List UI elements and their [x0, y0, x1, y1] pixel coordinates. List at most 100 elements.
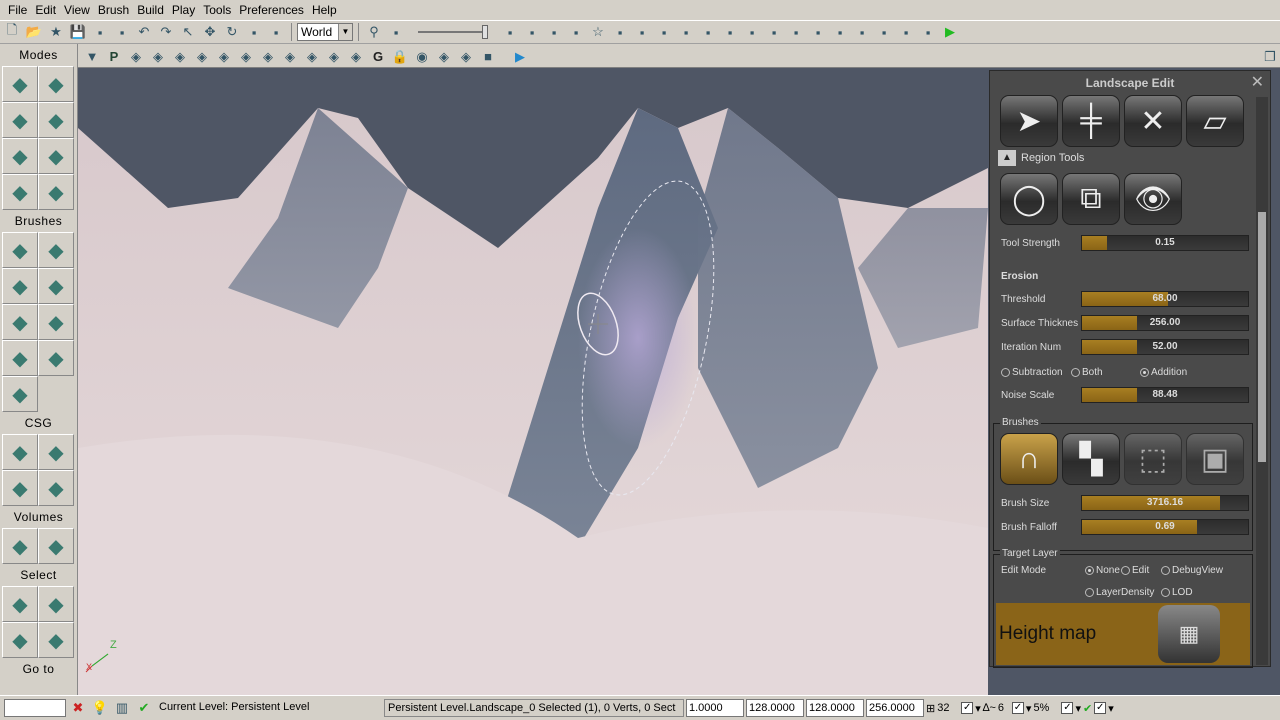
hide-selected-icon[interactable]: ◆: [38, 586, 74, 622]
radio-both[interactable]: Both: [1071, 367, 1103, 378]
close-icon[interactable]: ✕: [1251, 71, 1264, 95]
camera-pivot-icon[interactable]: ◈: [126, 47, 146, 67]
find-icon[interactable]: ⚲: [364, 22, 384, 42]
matinee-icon[interactable]: ▪: [522, 22, 542, 42]
unlit-icon[interactable]: ◈: [192, 47, 212, 67]
lightbulb-icon[interactable]: 💡: [90, 698, 110, 718]
drag-grid-field-1[interactable]: 1.0000: [686, 699, 744, 717]
levels-icon[interactable]: ▥: [112, 698, 132, 718]
chevron-down-icon[interactable]: ▾: [975, 702, 981, 715]
radio-addition[interactable]: Addition: [1140, 367, 1187, 378]
build-remove-icon[interactable]: ▪: [720, 22, 740, 42]
alpha-brush-icon[interactable]: ▚: [1062, 433, 1120, 485]
save-icon[interactable]: 💾: [68, 22, 88, 42]
save-copy-icon[interactable]: ▪: [112, 22, 132, 42]
select-icon[interactable]: ↖: [178, 22, 198, 42]
autosave-checkbox[interactable]: ✓: [1094, 702, 1107, 714]
menu-preferences[interactable]: Preferences: [235, 3, 308, 17]
screen-icon[interactable]: ▪: [764, 22, 784, 42]
translate-icon[interactable]: ✥: [200, 22, 220, 42]
build-cover-icon[interactable]: ▪: [698, 22, 718, 42]
lock-icon[interactable]: 🔒: [390, 47, 410, 67]
coordinate-system-dropdown[interactable]: World ▼: [297, 23, 353, 41]
menu-tools[interactable]: Tools: [199, 3, 235, 17]
edit-mode-edit[interactable]: Edit: [1121, 565, 1149, 576]
new-icon[interactable]: 🗋: [2, 22, 22, 42]
star-icon[interactable]: ☆: [588, 22, 608, 42]
threshold-slider[interactable]: 68.00: [1081, 291, 1249, 307]
spiral-stair-icon[interactable]: ◆: [2, 340, 38, 376]
autosave-icon[interactable]: ✔: [1083, 702, 1092, 715]
tool-strength-slider[interactable]: 0.15: [1081, 235, 1249, 251]
chevron-down-icon[interactable]: ▾: [1108, 702, 1114, 715]
drag-grid-field-2[interactable]: 128.0000: [746, 699, 804, 717]
level-x-icon[interactable]: ✖: [68, 698, 88, 718]
chevron-down-icon[interactable]: ▾: [1075, 702, 1081, 715]
speed-slider[interactable]: [418, 25, 488, 39]
sphere-icon[interactable]: ◆: [38, 340, 74, 376]
menu-brush[interactable]: Brush: [94, 3, 133, 17]
copy-paste-icon[interactable]: ⧉: [1062, 173, 1120, 225]
edit-mode-layerdensity[interactable]: LayerDensity: [1085, 587, 1154, 598]
lighting-only-icon[interactable]: ◈: [258, 47, 278, 67]
save-all-icon[interactable]: ▪: [90, 22, 110, 42]
region-select-icon[interactable]: ▱: [1186, 95, 1244, 147]
csg-intersect-icon[interactable]: ◆: [2, 470, 38, 506]
delete-icon[interactable]: ✕: [1124, 95, 1182, 147]
volume-icon[interactable]: ◆: [2, 528, 38, 564]
drag-grid-field-4[interactable]: 256.0000: [866, 699, 924, 717]
edit-mode-none[interactable]: None: [1085, 565, 1120, 576]
circle-brush-icon[interactable]: ∩: [1000, 433, 1058, 485]
light-complexity-icon[interactable]: ◈: [280, 47, 300, 67]
csg-subtract-icon[interactable]: ◆: [38, 434, 74, 470]
camera-mode-icon[interactable]: ◆: [2, 66, 38, 102]
show-all-icon[interactable]: ◆: [38, 622, 74, 658]
kismet-mask-icon[interactable]: ▪: [386, 22, 406, 42]
csg-add-icon[interactable]: ◆: [2, 434, 38, 470]
texture-align-icon[interactable]: ◆: [2, 138, 38, 174]
move-mode-icon[interactable]: ◆: [38, 102, 74, 138]
actor-icon[interactable]: ◈: [434, 47, 454, 67]
eye-icon[interactable]: ◉: [412, 47, 432, 67]
kismet-debug-icon[interactable]: ▪: [918, 22, 938, 42]
add-component-icon[interactable]: ╪: [1062, 95, 1120, 147]
content-browser-icon[interactable]: ▪: [808, 22, 828, 42]
lightmap-density-icon[interactable]: ◈: [346, 47, 366, 67]
cube-icon[interactable]: ◆: [2, 232, 38, 268]
component-brush-icon[interactable]: ▣: [1186, 433, 1244, 485]
level-dropdown[interactable]: [4, 699, 66, 717]
mobile-install-icon[interactable]: ▪: [874, 22, 894, 42]
visibility-eye-icon[interactable]: 👁: [1124, 173, 1182, 225]
cylinder-icon[interactable]: ◆: [38, 268, 74, 304]
console-icon[interactable]: ▪: [896, 22, 916, 42]
mesh-paint-icon[interactable]: ◆: [38, 138, 74, 174]
grid-checkbox[interactable]: ✓: [961, 702, 974, 714]
rotation-snap-checkbox[interactable]: ✓: [1011, 702, 1024, 714]
nonuniform-scale-icon[interactable]: ▪: [266, 22, 286, 42]
build-paths-icon[interactable]: ▪: [654, 22, 674, 42]
viewport-icon[interactable]: ▪: [544, 22, 564, 42]
noise-slider[interactable]: 88.48: [1081, 387, 1249, 403]
menu-play[interactable]: Play: [168, 3, 199, 17]
scrollbar-thumb[interactable]: [1258, 212, 1266, 462]
cone-icon[interactable]: ◆: [38, 232, 74, 268]
rotate-icon[interactable]: ↻: [222, 22, 242, 42]
height-map-layer[interactable]: Height map ▦: [996, 603, 1250, 665]
linear-stair-icon[interactable]: ◆: [2, 304, 38, 340]
lighting-icon[interactable]: ▪: [742, 22, 762, 42]
open-icon[interactable]: 📂: [24, 22, 44, 42]
iteration-slider[interactable]: 52.00: [1081, 339, 1249, 355]
stop-icon[interactable]: ■: [478, 47, 498, 67]
build-lighting-icon[interactable]: ▪: [632, 22, 652, 42]
geometry-mode-icon[interactable]: ◆: [38, 66, 74, 102]
build-geometry-icon[interactable]: ▪: [610, 22, 630, 42]
kismet-icon[interactable]: ▪: [500, 22, 520, 42]
menu-build[interactable]: Build: [133, 3, 168, 17]
volume-shape-icon[interactable]: ◆: [38, 528, 74, 564]
game-view-icon[interactable]: G: [368, 47, 388, 67]
menu-file[interactable]: File: [4, 3, 31, 17]
menu-view[interactable]: View: [60, 3, 94, 17]
collapse-region-tools-button[interactable]: ▲: [998, 150, 1016, 166]
favorite-icon[interactable]: ★: [46, 22, 66, 42]
actor-red-icon[interactable]: ◈: [456, 47, 476, 67]
